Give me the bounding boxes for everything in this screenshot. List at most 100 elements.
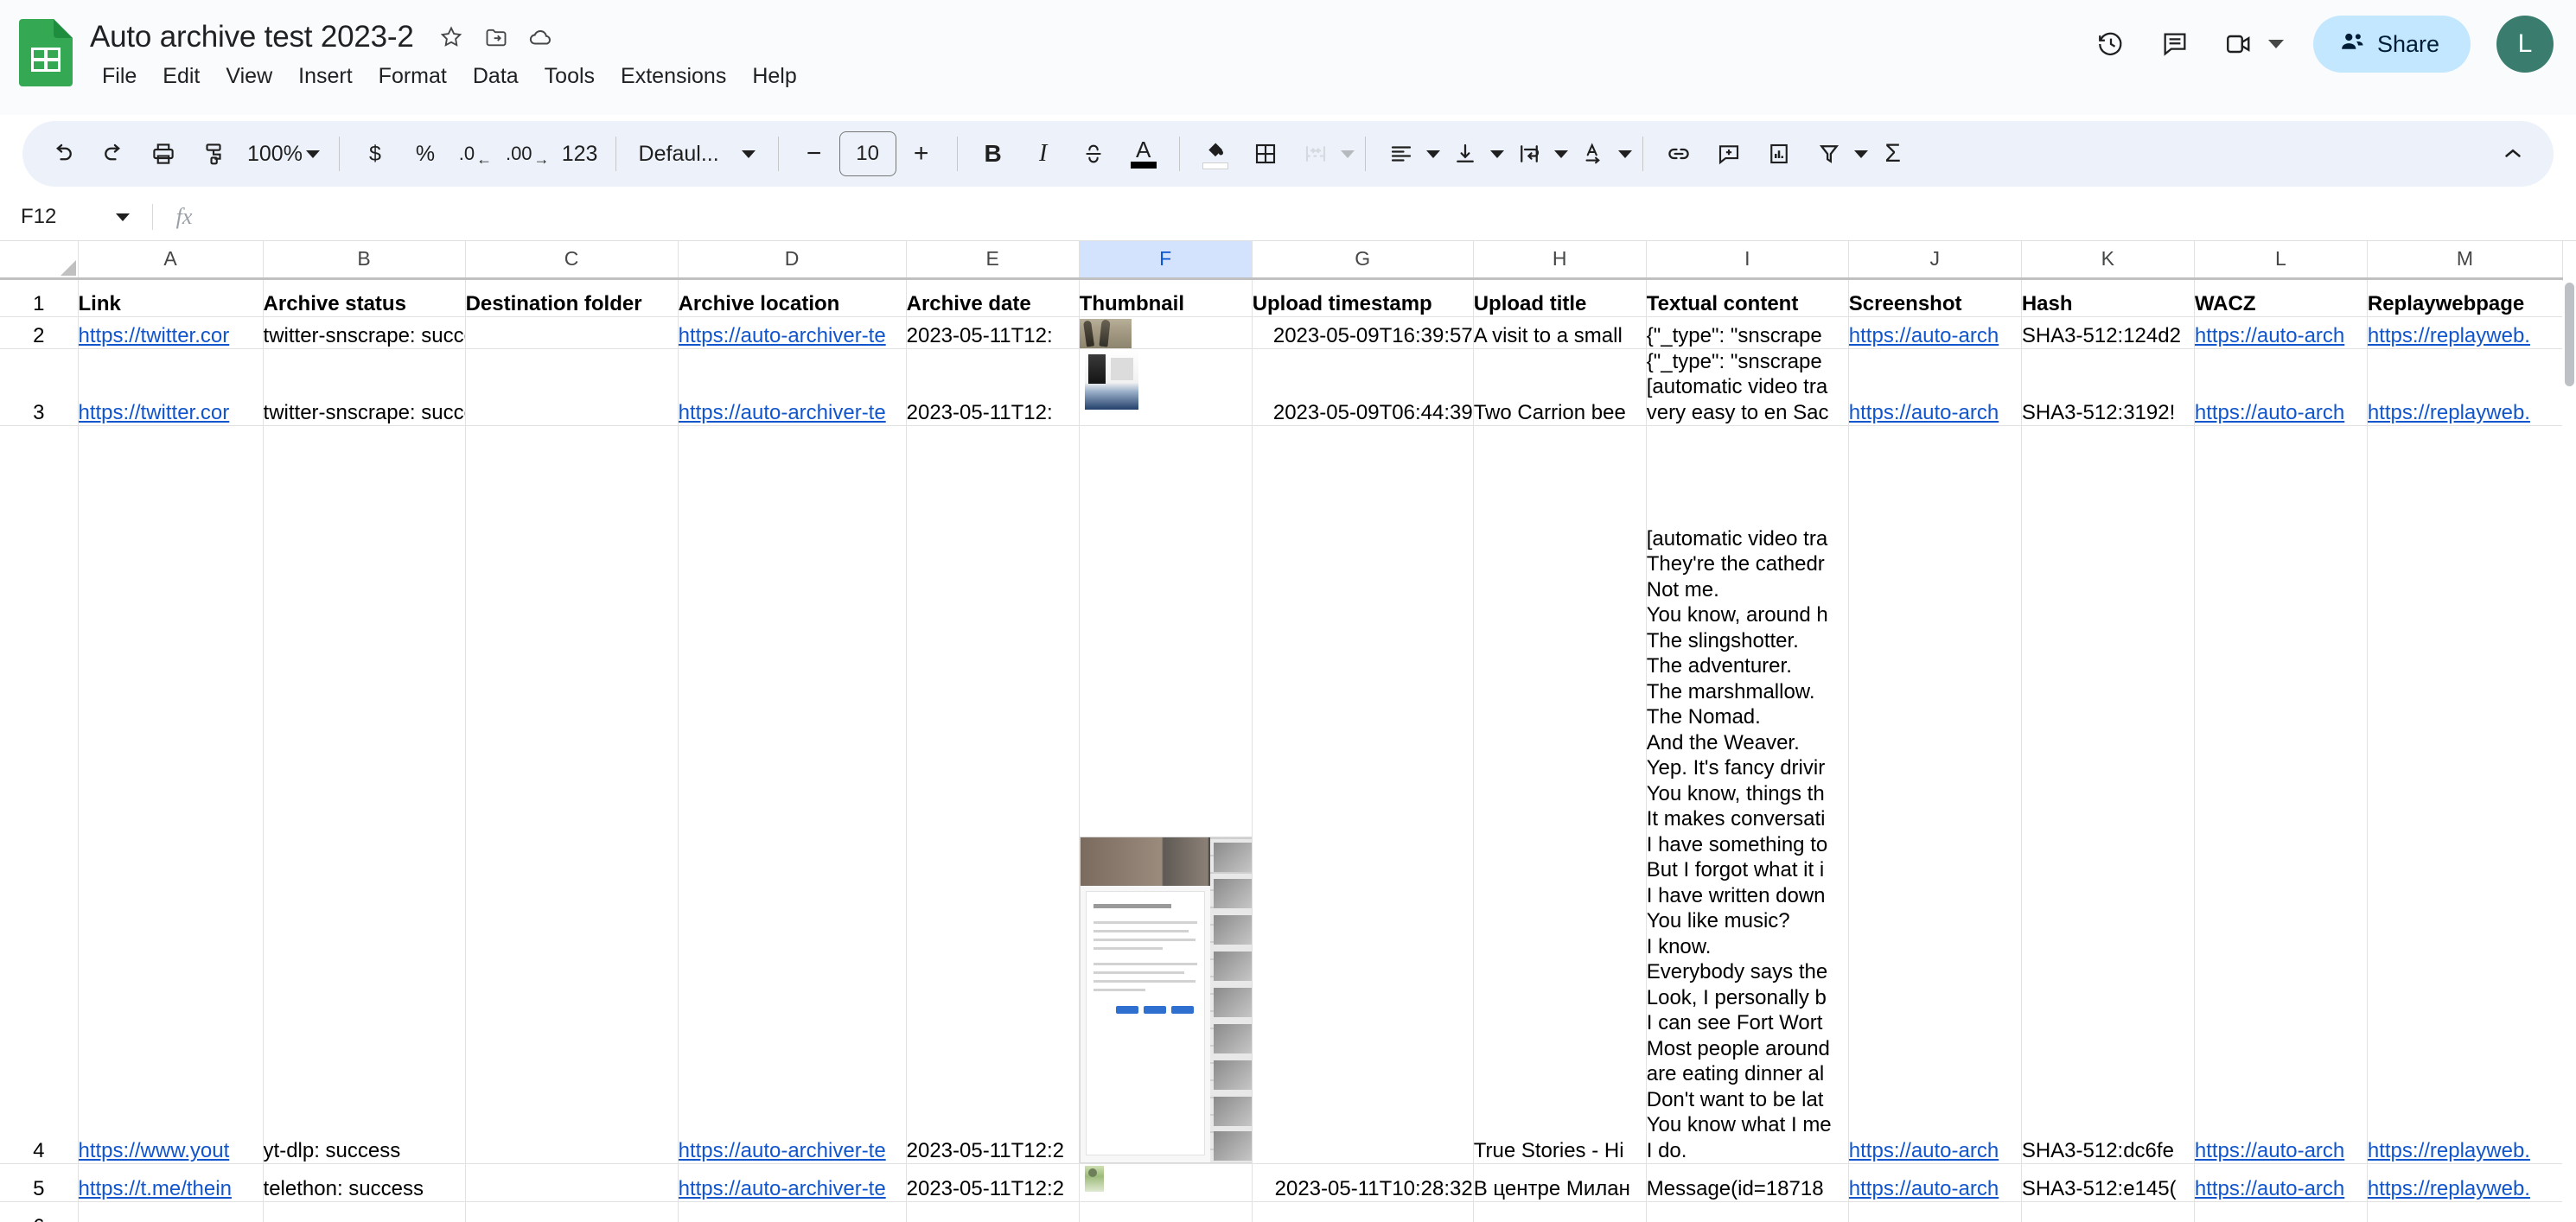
cell-j2[interactable]: https://auto-arch <box>1848 316 2022 349</box>
cell-h5[interactable]: В центре Милан <box>1473 1163 1647 1202</box>
cell-d5[interactable]: https://auto-archiver-te <box>678 1163 907 1202</box>
cell-e2[interactable]: 2023-05-11T12: <box>906 316 1080 349</box>
page-title[interactable]: Auto archive test 2023-2 <box>90 20 419 54</box>
cell-j1[interactable]: Screenshot <box>1848 278 2022 317</box>
row-header-3[interactable]: 3 <box>0 348 79 426</box>
font-size-input[interactable]: 10 <box>838 131 896 176</box>
chevron-down-icon[interactable] <box>1853 150 1868 158</box>
percent-format-button[interactable]: % <box>400 129 450 179</box>
link-text[interactable]: https://auto-arch <box>2195 324 2344 347</box>
cell-c3[interactable] <box>465 348 679 426</box>
chart-icon[interactable] <box>1754 129 1804 179</box>
chevron-down-icon[interactable] <box>116 213 130 221</box>
column-header-l[interactable]: L <box>2194 241 2368 280</box>
cell-m6[interactable] <box>2367 1201 2564 1222</box>
column-header-j[interactable]: J <box>1848 241 2022 280</box>
cell-l1[interactable]: WACZ <box>2194 278 2368 317</box>
redo-button[interactable] <box>88 129 138 179</box>
cell-b3[interactable]: twitter-snscrape: success <box>263 348 466 426</box>
borders-icon[interactable] <box>1240 129 1291 179</box>
link-text[interactable]: https://auto-arch <box>1849 1177 1999 1200</box>
column-header-a[interactable]: A <box>78 241 264 280</box>
menu-item-extensions[interactable]: Extensions <box>609 60 738 92</box>
cell-d6[interactable] <box>678 1201 907 1222</box>
cell-a1[interactable]: Link <box>78 278 264 317</box>
cell-e3[interactable]: 2023-05-11T12: <box>906 348 1080 426</box>
cell-a6[interactable] <box>78 1201 264 1222</box>
column-header-d[interactable]: D <box>678 241 907 280</box>
row-header-2[interactable]: 2 <box>0 316 79 349</box>
cell-j6[interactable] <box>1848 1201 2022 1222</box>
cell-j4[interactable]: https://auto-arch <box>1848 425 2022 1164</box>
cell-h4[interactable]: True Stories - Hi <box>1473 425 1647 1164</box>
cell-d2[interactable]: https://auto-archiver-te <box>678 316 907 349</box>
move-to-folder-icon[interactable] <box>476 17 516 57</box>
cloud-saved-icon[interactable] <box>521 17 561 57</box>
chevron-down-icon[interactable] <box>2267 40 2284 48</box>
functions-button[interactable]: Σ <box>1868 129 1918 179</box>
currency-format-button[interactable]: $ <box>350 129 400 179</box>
cell-b6[interactable] <box>263 1201 466 1222</box>
column-header-f[interactable]: F <box>1079 241 1253 280</box>
cell-a2[interactable]: https://twitter.cor <box>78 316 264 349</box>
cell-i5[interactable]: Message(id=18718 <box>1646 1163 1849 1202</box>
cell-g2[interactable]: 2023-05-09T16:39:57 <box>1252 316 1474 349</box>
star-icon[interactable] <box>431 17 471 57</box>
increase-decimal-button[interactable]: .00 → <box>501 129 555 179</box>
menu-item-file[interactable]: File <box>90 60 149 92</box>
cell-c4[interactable] <box>465 425 679 1164</box>
link-text[interactable]: https://t.me/thein <box>79 1177 232 1200</box>
menu-item-data[interactable]: Data <box>461 60 531 92</box>
cell-l4[interactable]: https://auto-arch <box>2194 425 2368 1164</box>
text-rotation-icon[interactable] <box>1568 129 1618 179</box>
link-text[interactable]: https://twitter.cor <box>79 324 230 347</box>
zoom-control[interactable]: 100% <box>239 129 328 179</box>
share-button[interactable]: Share <box>2312 16 2471 73</box>
cell-f5[interactable] <box>1079 1163 1253 1202</box>
undo-button[interactable] <box>38 129 88 179</box>
cell-f1[interactable]: Thumbnail <box>1079 278 1253 317</box>
vertical-align-icon[interactable] <box>1440 129 1490 179</box>
cell-k4[interactable]: SHA3-512:dc6fe <box>2021 425 2195 1164</box>
link-text[interactable]: https://replayweb. <box>2368 1177 2530 1200</box>
column-header-g[interactable]: G <box>1252 241 1474 280</box>
cell-e4[interactable]: 2023-05-11T12:2 <box>906 425 1080 1164</box>
add-comment-icon[interactable] <box>1704 129 1754 179</box>
row-header-6[interactable]: 6 <box>0 1201 79 1222</box>
menu-item-view[interactable]: View <box>214 60 284 92</box>
column-header-i[interactable]: I <box>1646 241 1849 280</box>
link-text[interactable]: https://auto-archiver-te <box>679 401 886 424</box>
horizontal-align-icon[interactable] <box>1376 129 1426 179</box>
row-header-1[interactable]: 1 <box>0 278 79 317</box>
row-header-5[interactable]: 5 <box>0 1163 79 1202</box>
italic-button[interactable]: I <box>1018 129 1068 179</box>
cell-l5[interactable]: https://auto-arch <box>2194 1163 2368 1202</box>
cell-e1[interactable]: Archive date <box>906 278 1080 317</box>
menu-item-tools[interactable]: Tools <box>532 60 607 92</box>
link-text[interactable]: https://auto-arch <box>2195 1139 2344 1162</box>
cell-l3[interactable]: https://auto-arch <box>2194 348 2368 426</box>
column-header-e[interactable]: E <box>906 241 1080 280</box>
cell-b1[interactable]: Archive status <box>263 278 466 317</box>
cell-k6[interactable] <box>2021 1201 2195 1222</box>
decrease-decimal-button[interactable]: .0 ← <box>450 129 501 179</box>
cell-b2[interactable]: twitter-snscrape: success <box>263 316 466 349</box>
vertical-scrollbar[interactable] <box>2562 281 2576 1222</box>
cell-g3[interactable]: 2023-05-09T06:44:39 <box>1252 348 1474 426</box>
link-text[interactable]: https://auto-arch <box>2195 401 2344 424</box>
menu-item-format[interactable]: Format <box>367 60 459 92</box>
text-wrap-icon[interactable] <box>1504 129 1554 179</box>
version-history-icon[interactable] <box>2083 16 2139 72</box>
column-header-k[interactable]: K <box>2021 241 2195 280</box>
column-header-h[interactable]: H <box>1473 241 1647 280</box>
cell-j5[interactable]: https://auto-arch <box>1848 1163 2022 1202</box>
cell-i1[interactable]: Textual content <box>1646 278 1849 317</box>
cell-a5[interactable]: https://t.me/thein <box>78 1163 264 1202</box>
cell-b5[interactable]: telethon: success <box>263 1163 466 1202</box>
link-text[interactable]: https://auto-archiver-te <box>679 1139 886 1162</box>
cell-h6[interactable] <box>1473 1201 1647 1222</box>
vertical-scrollbar-thumb[interactable] <box>2565 283 2574 386</box>
cell-i4[interactable]: [automatic video tra They're the cathedr… <box>1646 425 1849 1164</box>
link-text[interactable]: https://www.yout <box>79 1139 230 1162</box>
cell-c2[interactable] <box>465 316 679 349</box>
